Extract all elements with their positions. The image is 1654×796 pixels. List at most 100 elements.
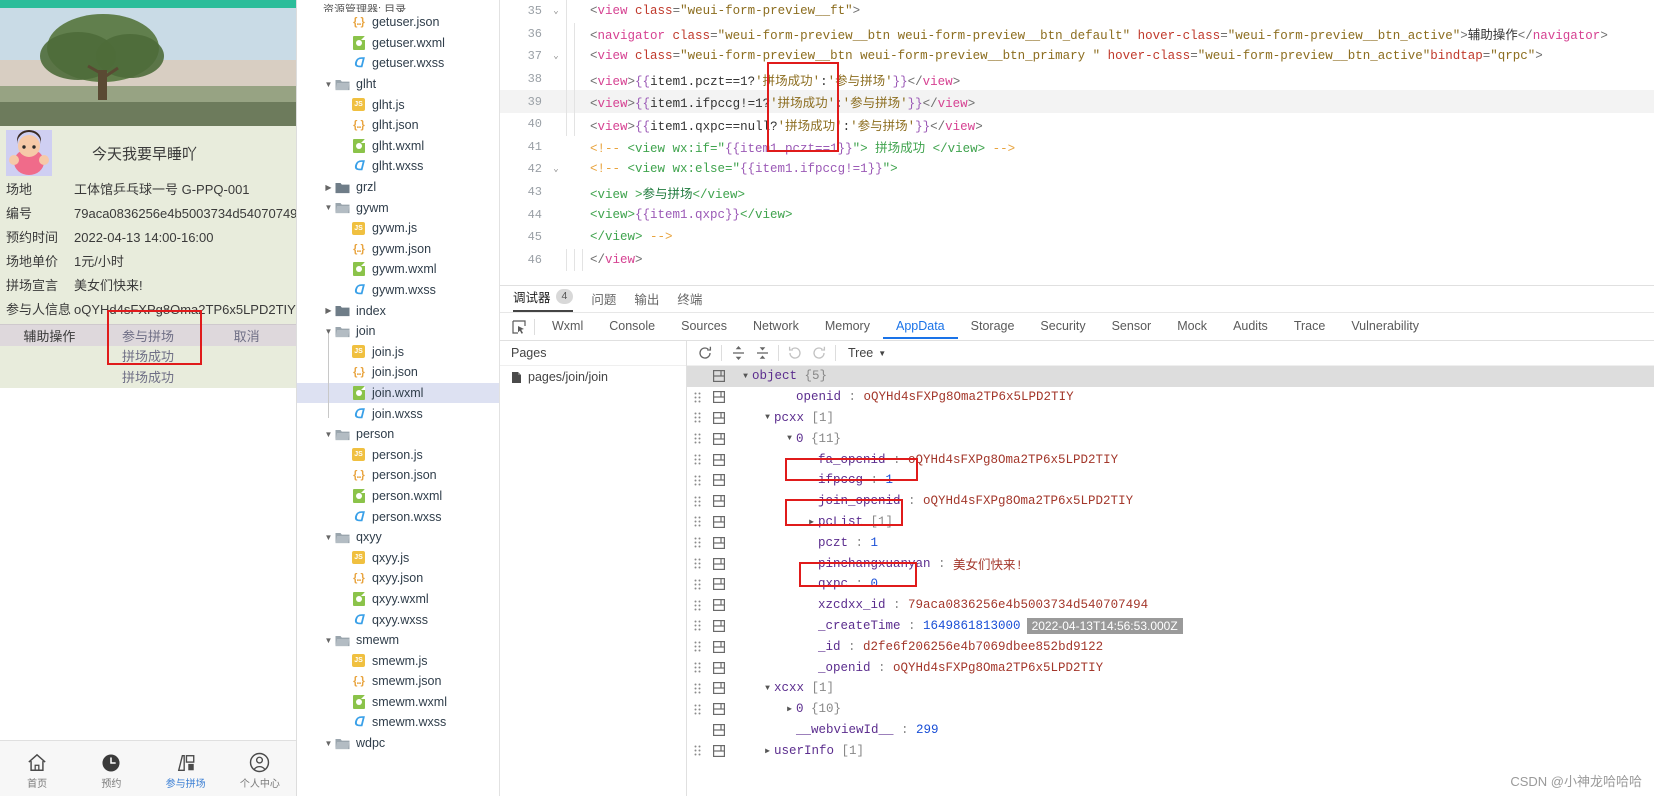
chevron-down-icon[interactable]: ▼ — [323, 80, 334, 89]
tabbar-item-join[interactable]: 参与拼场 — [149, 741, 223, 796]
appdata-row-pcxx[interactable]: ▼ pcxx [1] — [687, 408, 1654, 429]
copy-icon[interactable] — [707, 599, 731, 612]
copy-icon[interactable] — [707, 411, 731, 424]
appdata-row-join-openid[interactable]: join_openid : oQYHd4sFXPg8Oma2TP6x5LPD2T… — [687, 491, 1654, 512]
appdata-row-pcList[interactable]: ▶ pcList [1] — [687, 512, 1654, 533]
assist-action-button[interactable]: 辅助操作 — [0, 326, 99, 345]
appdata-row-xzcdxx-id[interactable]: xzcdxx_id : 79aca0836256e4b5003734d54070… — [687, 595, 1654, 616]
copy-icon[interactable] — [707, 515, 731, 528]
drag-handle-icon[interactable] — [687, 683, 707, 694]
tabbar-item-home[interactable]: 首页 — [0, 741, 74, 796]
collapse-all-icon[interactable] — [750, 343, 774, 363]
drag-handle-icon[interactable] — [687, 475, 707, 486]
file-tree-item-person[interactable]: ▼ person — [297, 424, 499, 445]
extra-status-text[interactable]: 拼场成功 — [99, 346, 198, 367]
panel-tab-problems[interactable]: 问题 — [591, 289, 616, 312]
file-tree-item-smewm-json[interactable]: {..} smewm.json — [297, 671, 499, 692]
devtools-tab-security[interactable]: Security — [1027, 315, 1098, 339]
drag-handle-icon[interactable] — [687, 704, 707, 715]
chevron-down-icon[interactable]: ▼ — [783, 434, 796, 443]
code-line-46[interactable]: 46 </view> — [500, 248, 1654, 272]
chevron-down-icon[interactable]: ▼ — [323, 533, 334, 542]
file-tree-item-index[interactable]: ▶ index — [297, 300, 499, 321]
drag-handle-icon[interactable] — [687, 600, 707, 611]
drag-handle-icon[interactable] — [687, 558, 707, 569]
file-tree-item-getuser-json[interactable]: {..} getuser.json — [297, 12, 499, 33]
drag-handle-icon[interactable] — [687, 641, 707, 652]
file-tree-item-wdpc[interactable]: ▼ wdpc — [297, 733, 499, 754]
appdata-row-qxpc[interactable]: qxpc : 0 — [687, 574, 1654, 595]
code-line-39[interactable]: 39 <view>{{item1.ifpccg!=1?'拼场成功':'参与拼场'}… — [500, 90, 1654, 113]
file-tree-item-qxyy[interactable]: ▼ qxyy — [297, 527, 499, 548]
appdata-row--openid[interactable]: _openid : oQYHd4sFXPg8Oma2TP6x5LPD2TIY — [687, 657, 1654, 678]
file-tree-item-glht-wxss[interactable]: ᗡ glht.wxss — [297, 156, 499, 177]
extra-status-text[interactable]: 拼场成功 — [99, 367, 198, 388]
view-mode-select[interactable]: Tree ▼ — [840, 346, 886, 360]
devtools-tab-wxml[interactable]: Wxml — [539, 315, 596, 339]
appdata-row-openid[interactable]: openid : oQYHd4sFXPg8Oma2TP6x5LPD2TIY — [687, 387, 1654, 408]
devtools-tab-trace[interactable]: Trace — [1281, 315, 1339, 339]
file-tree-item-glht-wxml[interactable]: glht.wxml — [297, 136, 499, 157]
devtools-tab-appdata[interactable]: AppData — [882, 315, 958, 339]
file-tree-item-grzl[interactable]: ▶ grzl — [297, 177, 499, 198]
element-picker-icon[interactable] — [508, 319, 530, 334]
drag-handle-icon[interactable] — [687, 412, 707, 423]
refresh-icon[interactable] — [693, 343, 717, 363]
copy-icon[interactable] — [707, 723, 731, 736]
chevron-down-icon[interactable]: ▼ — [323, 430, 334, 439]
appdata-row---webviewId--[interactable]: __webviewId__ : 299 — [687, 720, 1654, 741]
chevron-right-icon[interactable]: ▶ — [323, 183, 334, 192]
appdata-row-ifpccg[interactable]: ifpccg : 1 — [687, 470, 1654, 491]
devtools-tab-memory[interactable]: Memory — [812, 315, 883, 339]
drag-handle-icon[interactable] — [687, 579, 707, 590]
copy-icon[interactable] — [707, 661, 731, 674]
file-tree-item-smewm-wxml[interactable]: smewm.wxml — [297, 692, 499, 713]
chevron-down-icon[interactable]: ▼ — [739, 372, 752, 381]
drag-handle-icon[interactable] — [687, 745, 707, 756]
code-line-43[interactable]: 43 <view >参与拼场</view> — [500, 181, 1654, 204]
copy-icon[interactable] — [707, 703, 731, 716]
file-tree-item-glht-js[interactable]: JS glht.js — [297, 94, 499, 115]
code-line-36[interactable]: 36 <navigator class="weui-form-preview__b… — [500, 22, 1654, 46]
devtools-tab-audits[interactable]: Audits — [1220, 315, 1281, 339]
tabbar-item-profile[interactable]: 个人中心 — [223, 741, 296, 796]
file-tree-item-smewm-js[interactable]: JS smewm.js — [297, 650, 499, 671]
file-tree-item-getuser-wxss[interactable]: ᗡ getuser.wxss — [297, 53, 499, 74]
file-tree-item-person-json[interactable]: {..} person.json — [297, 465, 499, 486]
copy-icon[interactable] — [707, 495, 731, 508]
chevron-right-icon[interactable]: ▶ — [783, 704, 796, 714]
file-tree-item-gywm-js[interactable]: JS gywm.js — [297, 218, 499, 239]
code-line-37[interactable]: 37 ⌄ <view class="weui-form-preview__btn w… — [500, 45, 1654, 68]
file-tree-item-gywm-json[interactable]: {..} gywm.json — [297, 239, 499, 260]
file-tree-item-person-wxss[interactable]: ᗡ person.wxss — [297, 506, 499, 527]
code-line-41[interactable]: 41 <!-- <view wx:if="{{item1.pczt==1}}"> … — [500, 136, 1654, 159]
appdata-row-userInfo[interactable]: ▶ userInfo [1] — [687, 740, 1654, 761]
expand-all-icon[interactable] — [726, 343, 750, 363]
code-line-42[interactable]: 42 ⌄ <!-- <view wx:else="{{item1.ifpccg!=1… — [500, 158, 1654, 181]
appdata-row-pczt[interactable]: pczt : 1 — [687, 532, 1654, 553]
file-tree-item-smewm[interactable]: ▼ smewm — [297, 630, 499, 651]
appdata-row--id[interactable]: _id : d2fe6f206256e4b7069dbee852bd9122 — [687, 636, 1654, 657]
appdata-row-xcxx[interactable]: ▼ xcxx [1] — [687, 678, 1654, 699]
appdata-row-0[interactable]: ▼ 0 {11} — [687, 428, 1654, 449]
chevron-down-icon[interactable]: ▼ — [761, 413, 774, 422]
file-tree-item-qxyy-wxml[interactable]: qxyy.wxml — [297, 589, 499, 610]
file-tree-item-gywm-wxss[interactable]: ᗡ gywm.wxss — [297, 280, 499, 301]
file-tree-item-gywm-wxml[interactable]: gywm.wxml — [297, 259, 499, 280]
code-line-38[interactable]: 38 <view>{{item1.pczt==1?'拼场成功':'参与拼场'}}<… — [500, 67, 1654, 91]
panel-tab-output[interactable]: 输出 — [634, 289, 659, 312]
drag-handle-icon[interactable] — [687, 454, 707, 465]
drag-handle-icon[interactable] — [687, 496, 707, 507]
file-tree-item-glht[interactable]: ▼ glht — [297, 74, 499, 95]
appdata-row-fa-openid[interactable]: fa_openid : oQYHd4sFXPg8Oma2TP6x5LPD2TIY — [687, 449, 1654, 470]
file-tree-item-qxyy-wxss[interactable]: ᗡ qxyy.wxss — [297, 609, 499, 630]
copy-icon[interactable] — [707, 432, 731, 445]
appdata-row--createTime[interactable]: _createTime : 1649861813000 2022-04-13T14… — [687, 616, 1654, 637]
devtools-tab-sensor[interactable]: Sensor — [1099, 315, 1165, 339]
appdata-row-pinchangxuanyan[interactable]: pinchangxuanyan : 美女们快来! — [687, 553, 1654, 574]
copy-icon[interactable] — [707, 744, 731, 757]
code-line-35[interactable]: 35 ⌄ <view class="weui-form-preview__ft"> — [500, 0, 1654, 23]
copy-icon[interactable] — [707, 682, 731, 695]
appdata-tree[interactable]: ▼ object {5} openid : oQYHd4sFXPg8Oma2TP6x… — [687, 366, 1654, 796]
copy-icon[interactable] — [707, 453, 731, 466]
